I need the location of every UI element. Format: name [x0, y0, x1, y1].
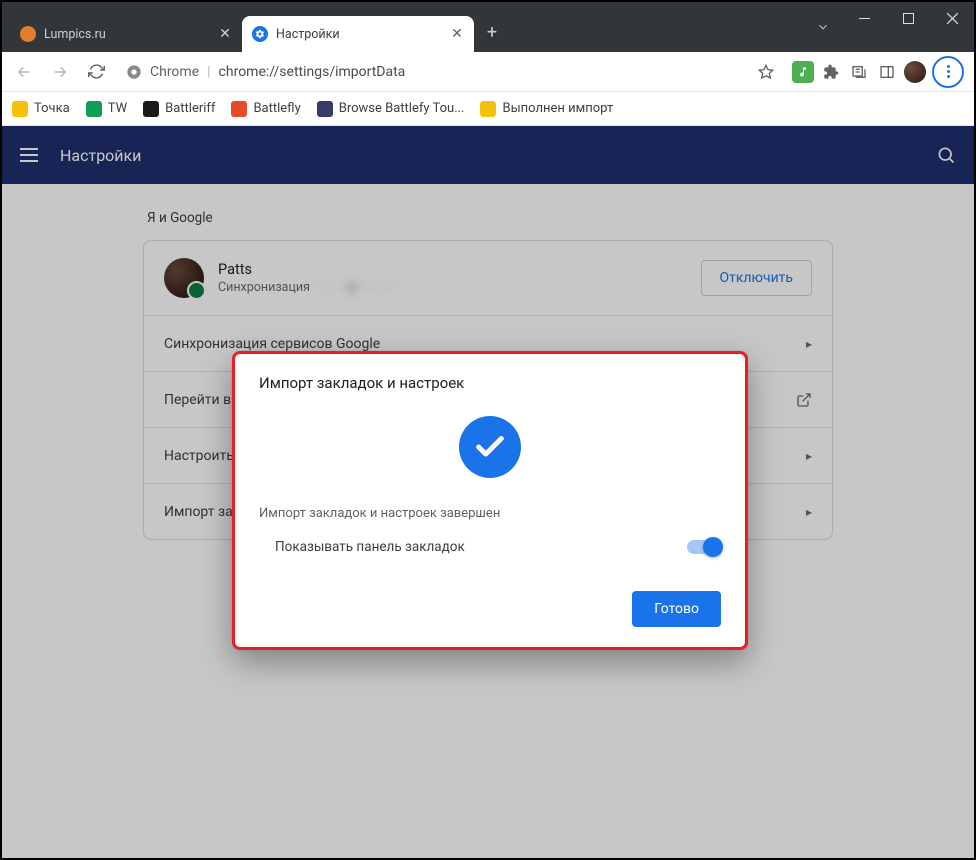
- dialog-message: Импорт закладок и настроек завершен: [259, 506, 721, 521]
- tab-lumpics[interactable]: Lumpics.ru ✕: [10, 16, 242, 52]
- minimize-button[interactable]: [842, 2, 886, 34]
- close-button[interactable]: [930, 2, 974, 34]
- bookmark-icon: [143, 101, 159, 117]
- tab-title: Lumpics.ru: [44, 27, 106, 42]
- favicon-lumpics: [20, 26, 36, 42]
- side-panel-icon[interactable]: [876, 61, 898, 83]
- done-button[interactable]: Готово: [632, 591, 721, 627]
- bookmark-icon: [86, 101, 102, 117]
- tab-search-icon[interactable]: [808, 12, 838, 42]
- bookmarks-bar: Точка TW Battleriff Battlefly Browse Bat…: [2, 92, 974, 126]
- bookmark-item[interactable]: Battlefly: [231, 101, 300, 117]
- bookmark-label: Точка: [34, 101, 70, 116]
- titlebar: Lumpics.ru ✕ Настройки ✕ +: [2, 2, 974, 52]
- content-area: Настройки Я и Google Patts Синхронизация…: [2, 126, 974, 858]
- bookmark-icon: [231, 101, 247, 117]
- bookmark-icon: [480, 101, 496, 117]
- tab-title: Настройки: [276, 27, 340, 42]
- toggle-row: Показывать панель закладок: [259, 539, 721, 555]
- dialog-title: Импорт закладок и настроек: [259, 374, 721, 392]
- site-label: Chrome: [150, 64, 199, 80]
- bookmark-label: Browse Battlefy Tou...: [339, 101, 465, 116]
- bookmark-icon: [317, 101, 333, 117]
- bookmark-item[interactable]: Выполнен импорт: [480, 101, 613, 117]
- close-icon[interactable]: ✕: [218, 27, 232, 41]
- bookmark-item[interactable]: Точка: [12, 101, 70, 117]
- extension-music-icon[interactable]: [792, 61, 814, 83]
- bookmark-item[interactable]: Browse Battlefy Tou...: [317, 101, 465, 117]
- bookmark-label: Выполнен импорт: [502, 101, 613, 116]
- bookmark-item[interactable]: TW: [86, 101, 127, 117]
- chrome-icon: [126, 64, 142, 80]
- back-button[interactable]: [8, 56, 40, 88]
- bookmark-star-icon[interactable]: [758, 64, 774, 80]
- chrome-menu-button[interactable]: [932, 56, 964, 88]
- bookmark-label: Battlefly: [253, 101, 300, 116]
- separator: |: [207, 64, 210, 80]
- import-dialog: Импорт закладок и настроек Импорт заклад…: [232, 351, 748, 650]
- check-icon: [459, 416, 521, 478]
- tab-settings[interactable]: Настройки ✕: [242, 16, 474, 52]
- extensions-puzzle-icon[interactable]: [820, 61, 842, 83]
- new-tab-button[interactable]: +: [478, 18, 506, 46]
- bookmark-label: TW: [108, 101, 127, 116]
- dialog-actions: Готово: [259, 591, 721, 627]
- show-bookmarks-toggle[interactable]: [687, 540, 721, 554]
- address-bar[interactable]: Chrome | chrome://settings/importData: [116, 57, 784, 87]
- bookmark-item[interactable]: Battleriff: [143, 101, 215, 117]
- bookmark-icon: [12, 101, 28, 117]
- window-controls: [842, 2, 974, 52]
- maximize-button[interactable]: [886, 2, 930, 34]
- toolbar: Chrome | chrome://settings/importData: [2, 52, 974, 92]
- tabstrip: Lumpics.ru ✕ Настройки ✕ +: [2, 2, 808, 52]
- bookmark-label: Battleriff: [165, 101, 215, 116]
- toggle-label: Показывать панель закладок: [275, 539, 465, 555]
- forward-button[interactable]: [44, 56, 76, 88]
- favicon-settings: [252, 26, 268, 42]
- close-icon[interactable]: ✕: [450, 27, 464, 41]
- url-text: chrome://settings/importData: [219, 64, 406, 80]
- browser-window: Lumpics.ru ✕ Настройки ✕ +: [0, 0, 976, 860]
- extensions-area: [788, 56, 968, 88]
- profile-avatar-icon[interactable]: [904, 61, 926, 83]
- reading-list-icon[interactable]: [848, 61, 870, 83]
- reload-button[interactable]: [80, 56, 112, 88]
